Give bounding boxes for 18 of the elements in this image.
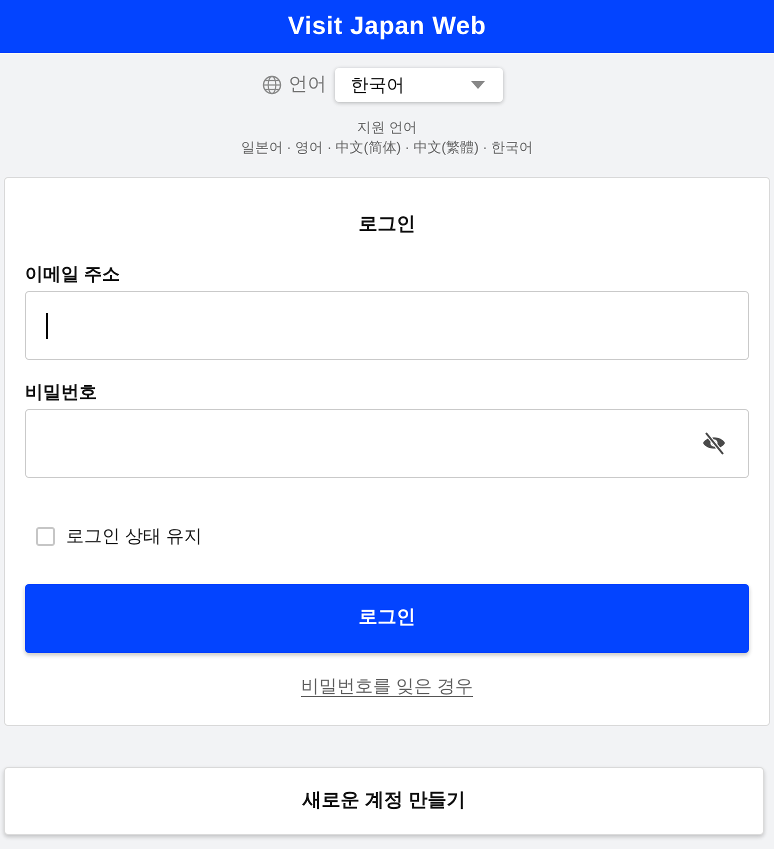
forgot-password-link[interactable]: 비밀번호를 잊은 경우 — [300, 673, 473, 699]
supported-languages-list: 일본어 · 영어 · 中文(简体) · 中文(繁體) · 한국어 — [240, 137, 534, 157]
language-label: 언어 — [288, 72, 326, 97]
login-button[interactable]: 로그인 — [25, 584, 749, 653]
globe-icon — [262, 75, 282, 95]
remember-me-label[interactable]: 로그인 상태 유지 — [66, 523, 202, 549]
field-label: 비밀번호 — [25, 381, 97, 404]
password-field[interactable] — [25, 409, 749, 478]
language-select[interactable]: 한국어 — [334, 68, 502, 102]
supported-languages-title: 지원 언어 — [357, 118, 417, 137]
site-title: Visit Japan Web — [288, 10, 486, 42]
eye-slash-icon[interactable] — [700, 431, 728, 456]
remember-me-checkbox[interactable] — [36, 526, 55, 546]
email-field[interactable] — [25, 291, 749, 360]
login-title: 로그인 — [358, 213, 416, 237]
caret-icon — [470, 81, 484, 89]
field-label: 이메일 주소 — [25, 263, 120, 286]
create-account-button[interactable]: 새로운 계정 만들기 — [4, 767, 764, 835]
